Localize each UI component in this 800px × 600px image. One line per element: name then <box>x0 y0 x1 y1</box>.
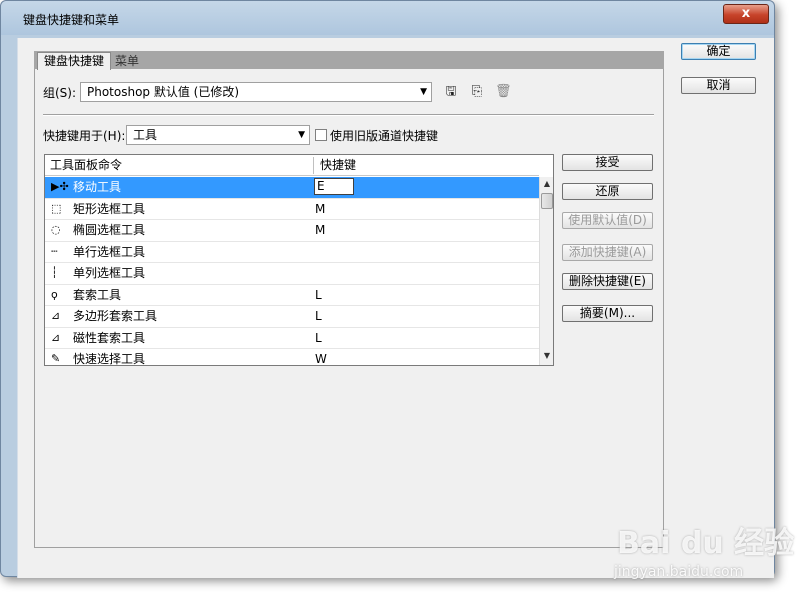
tool-command-name: 磁性套索工具 <box>73 330 146 345</box>
window-title: 键盘快捷键和菜单 <box>23 13 120 27</box>
column-header-command[interactable]: 工具面板命令 <box>45 155 313 176</box>
shortcuts-for-value: 工具 <box>133 128 158 142</box>
use-default-button[interactable]: 使用默认值(D) <box>562 212 653 229</box>
delete-set-icon[interactable]: 🗑 <box>495 84 512 100</box>
accept-button[interactable]: 接受 <box>562 154 653 171</box>
polygonal-lasso-icon: ⊿ <box>51 309 61 322</box>
shortcut-edit-field[interactable]: E <box>314 178 354 195</box>
set-label: 组(S): <box>43 86 77 100</box>
table-row[interactable]: ✎ 快速选择工具 W <box>45 349 539 366</box>
tool-command-name: 多边形套索工具 <box>73 309 158 323</box>
table-body: ▶✣ 移动工具 E ⬚ 矩形选框工具 M ◌ 椭圆选框工具 M ┄ 单行选框工具 ┆ 单列选框工具 ϙ 套索… <box>45 177 539 366</box>
ok-button[interactable]: 确定 <box>681 43 756 60</box>
column-header-shortcut[interactable]: 快捷键 <box>315 155 535 176</box>
shortcut-value[interactable]: L <box>315 285 322 305</box>
baidu-jingyan-watermark-logo: Bai du 经验 <box>617 526 795 561</box>
table-row[interactable]: ⊿ 多边形套索工具 L <box>45 306 539 328</box>
tool-command-name: 套索工具 <box>73 287 122 302</box>
table-row[interactable]: ▶✣ 移动工具 E <box>45 177 539 199</box>
shortcut-value[interactable]: W <box>315 349 327 365</box>
shortcuts-for-label: 快捷键用于(H): <box>43 129 126 143</box>
shortcuts-for-dropdown[interactable]: 工具 ▼ <box>126 125 310 145</box>
table-row[interactable]: ϙ 套索工具 L <box>45 285 539 306</box>
undo-button[interactable]: 还原 <box>562 183 653 200</box>
scroll-up-icon[interactable]: ▲ <box>540 177 553 191</box>
delete-shortcut-button[interactable]: 删除快捷键(E) <box>562 273 653 290</box>
tool-command-name: 单列选框工具 <box>73 266 146 280</box>
chevron-down-icon: ▼ <box>298 130 305 140</box>
tool-command-name: 单行选框工具 <box>73 244 146 259</box>
single-row-marquee-icon: ┄ <box>51 244 58 258</box>
shortcut-value[interactable]: M <box>315 220 325 240</box>
tool-command-name: 矩形选框工具 <box>73 201 146 216</box>
cancel-button[interactable]: 取消 <box>681 77 756 94</box>
tool-command-name: 椭圆选框工具 <box>73 223 146 237</box>
vertical-scrollbar[interactable]: ▲ ▼ <box>539 177 553 365</box>
summarize-button[interactable]: 摘要(M)... <box>562 305 653 322</box>
tab-keyboard-shortcuts[interactable]: 键盘快捷键 <box>37 52 111 70</box>
quick-selection-icon: ✎ <box>51 352 61 365</box>
legacy-channel-checkbox[interactable] <box>315 129 327 141</box>
move-tool-icon: ▶✣ <box>51 180 69 193</box>
save-as-set-icon[interactable]: ⎘ <box>469 84 485 100</box>
title-bar[interactable]: 键盘快捷键和菜单 x <box>1 1 774 35</box>
column-divider[interactable] <box>313 157 314 174</box>
magnetic-lasso-icon: ⊿ <box>51 330 61 344</box>
table-row[interactable]: ┆ 单列选框工具 <box>45 263 539 285</box>
lasso-icon: ϙ <box>51 287 58 301</box>
chevron-down-icon: ▼ <box>420 87 427 97</box>
table-row[interactable]: ⊿ 磁性套索工具 L <box>45 328 539 349</box>
add-shortcut-button[interactable]: 添加快捷键(A) <box>562 244 653 261</box>
set-dropdown[interactable]: Photoshop 默认值 (已修改) ▼ <box>80 82 432 102</box>
single-column-marquee-icon: ┆ <box>51 266 58 279</box>
separator <box>43 114 654 116</box>
watermark-url: jingyan.baidu.com <box>614 564 744 580</box>
shortcut-table: 工具面板命令 快捷键 ▶✣ 移动工具 E ⬚ 矩形选框工具 M ◌ 椭圆选框工具 M ┄ 单行选框工… <box>44 154 554 366</box>
elliptical-marquee-icon: ◌ <box>51 223 61 236</box>
close-button[interactable]: x <box>723 4 769 24</box>
tool-command-name: 移动工具 <box>73 180 122 194</box>
table-row[interactable]: ┄ 单行选框工具 <box>45 242 539 263</box>
save-set-icon[interactable]: 🖫 <box>443 84 459 100</box>
tool-command-name: 快速选择工具 <box>73 352 146 366</box>
shortcut-value[interactable]: L <box>315 328 322 348</box>
rectangular-marquee-icon: ⬚ <box>51 201 62 215</box>
table-row[interactable]: ◌ 椭圆选框工具 M <box>45 220 539 242</box>
table-row[interactable]: ⬚ 矩形选框工具 M <box>45 199 539 220</box>
shortcut-value[interactable]: M <box>315 199 325 219</box>
legacy-channel-label: 使用旧版通道快捷键 <box>330 129 439 143</box>
shortcut-value[interactable]: L <box>315 306 322 326</box>
table-header: 工具面板命令 快捷键 <box>45 155 539 176</box>
tab-menus[interactable]: 菜单 <box>111 54 151 69</box>
scroll-thumb[interactable] <box>541 193 553 209</box>
set-dropdown-value: Photoshop 默认值 (已修改) <box>87 85 240 99</box>
scroll-down-icon[interactable]: ▼ <box>540 349 553 363</box>
